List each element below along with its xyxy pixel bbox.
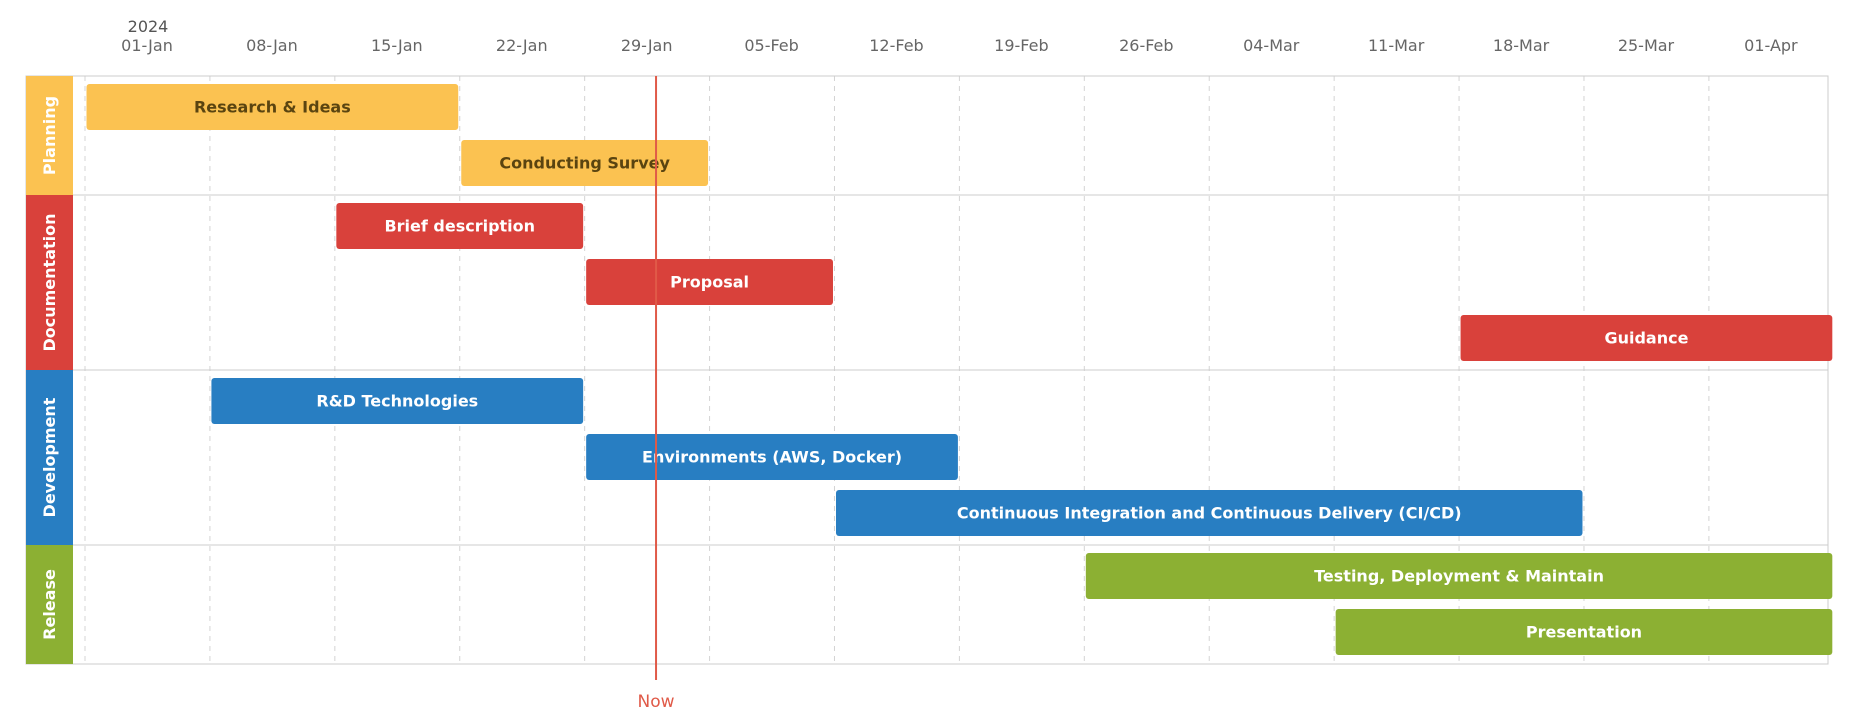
group-label-documentation: Documentation xyxy=(40,213,59,351)
tick-label: 22-Jan xyxy=(496,36,548,55)
tick-label: 12-Feb xyxy=(869,36,923,55)
tick-label: 05-Feb xyxy=(744,36,798,55)
tick-label: 08-Jan xyxy=(246,36,298,55)
tick-label: 26-Feb xyxy=(1119,36,1173,55)
gantt-chart: 2024 01-Jan 08-Jan 15-Jan 22-Jan 29-Jan 05-Fe… xyxy=(25,17,1833,712)
tick-label: 15-Jan xyxy=(371,36,423,55)
task-label: Testing, Deployment & Maintain xyxy=(1314,567,1604,586)
group-label-planning: Planning xyxy=(40,96,59,175)
task-label: Research & Ideas xyxy=(194,98,351,117)
task-label: Brief description xyxy=(384,217,535,236)
task-label: Guidance xyxy=(1604,329,1688,348)
task-label: Continuous Integration and Continuous De… xyxy=(957,504,1462,523)
tick-label: 29-Jan xyxy=(621,36,673,55)
task-label: Conducting Survey xyxy=(499,154,670,173)
task-label: R&D Technologies xyxy=(316,392,478,411)
task-label: Presentation xyxy=(1526,623,1642,642)
x-axis: 2024 01-Jan 08-Jan 15-Jan 22-Jan 29-Jan 05-Fe… xyxy=(121,17,1798,55)
tick-label: 19-Feb xyxy=(994,36,1048,55)
tick-label: 11-Mar xyxy=(1368,36,1425,55)
tick-label: 25-Mar xyxy=(1618,36,1675,55)
task-label: Environments (AWS, Docker) xyxy=(642,448,902,467)
group-labels: Planning Documentation Development Release xyxy=(26,76,73,664)
group-label-development: Development xyxy=(40,397,59,517)
now-label: Now xyxy=(638,692,675,712)
group-label-release: Release xyxy=(40,569,59,640)
tick-label: 04-Mar xyxy=(1243,36,1300,55)
year-label: 2024 xyxy=(128,17,169,36)
tick-label: 18-Mar xyxy=(1493,36,1550,55)
tick-label: 01-Jan xyxy=(121,36,173,55)
tick-label: 01-Apr xyxy=(1744,36,1798,55)
task-label: Proposal xyxy=(670,273,749,292)
